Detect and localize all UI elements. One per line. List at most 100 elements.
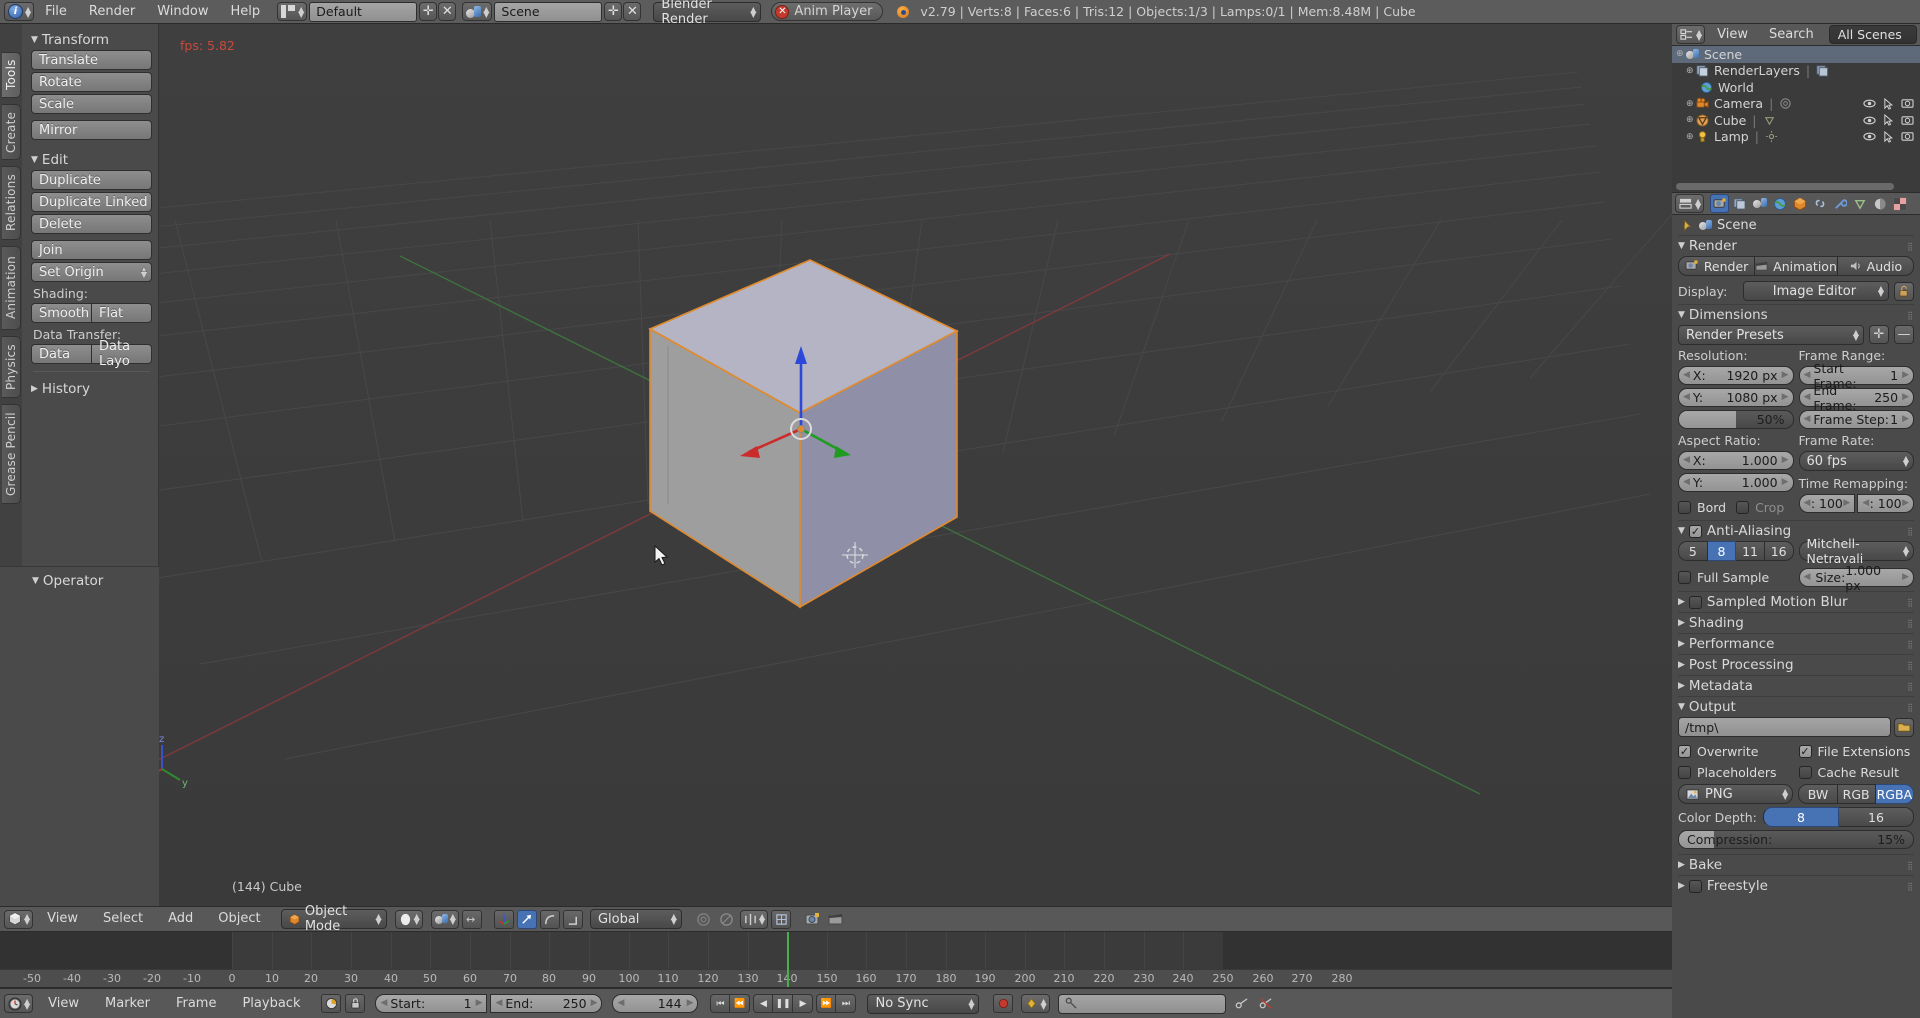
render-engine-selector[interactable]: Blender Render ▲ ▼ bbox=[653, 0, 762, 27]
play-button[interactable]: ▶ bbox=[793, 994, 814, 1013]
sync-mode-selector[interactable]: No Sync ▲ ▼ bbox=[867, 993, 980, 1014]
screen-layout-type-icon[interactable]: ▲ ▼ bbox=[277, 2, 308, 21]
render-image-button[interactable]: Render bbox=[1678, 256, 1756, 276]
frame-rate-selector[interactable]: 60 fps ▲ ▼ bbox=[1798, 451, 1914, 471]
cache-result-row[interactable]: Cache Result bbox=[1798, 763, 1915, 781]
translate-manipulator-toggle[interactable] bbox=[516, 909, 537, 929]
properties-tab-material[interactable] bbox=[1870, 194, 1889, 213]
full-sample-checkbox[interactable] bbox=[1678, 570, 1691, 584]
render-audio-button[interactable]: Audio bbox=[1837, 256, 1915, 276]
delete-button[interactable]: Delete bbox=[31, 214, 152, 234]
placeholders-row[interactable]: Placeholders bbox=[1678, 763, 1794, 781]
proportional-edit-toggle[interactable] bbox=[717, 910, 737, 929]
scale-manipulator-toggle[interactable] bbox=[562, 909, 583, 929]
expand-icon[interactable]: ⊕ bbox=[1676, 49, 1686, 59]
increment-arrow-icon[interactable]: ▶ bbox=[591, 999, 598, 1008]
performance-section[interactable]: ▶ Performance ⣿ bbox=[1678, 633, 1914, 654]
increment-arrow-icon[interactable]: ▶ bbox=[1902, 499, 1909, 508]
add-layout-button[interactable]: ✛ bbox=[419, 2, 438, 21]
outliner-scrollbar[interactable] bbox=[1674, 183, 1918, 190]
increment-arrow-icon[interactable]: ▶ bbox=[1902, 371, 1909, 380]
scene-browse-icon[interactable]: ▲ ▼ bbox=[462, 2, 493, 21]
time-remap-old-field[interactable]: ◀ : 100 ▶ bbox=[1798, 494, 1856, 513]
menu-file[interactable]: File bbox=[34, 0, 78, 24]
jump-to-start-button[interactable]: ⏮ bbox=[710, 994, 731, 1013]
decrement-arrow-icon[interactable]: ◀ bbox=[1804, 499, 1811, 508]
properties-tab-texture[interactable] bbox=[1890, 194, 1909, 213]
tab-tools[interactable]: Tools bbox=[2, 52, 21, 98]
3d-viewport[interactable]: z y fps: 5.82 (144) Cube bbox=[0, 24, 1672, 906]
outliner-display-mode[interactable]: All Scenes bbox=[1828, 25, 1917, 44]
edit-panel-header[interactable]: ▼ Edit bbox=[31, 150, 152, 170]
eye-icon[interactable] bbox=[1863, 131, 1876, 142]
outliner-row-world[interactable]: World bbox=[1672, 79, 1920, 96]
properties-tab-render[interactable] bbox=[1710, 194, 1730, 213]
scene-name-field[interactable]: Scene bbox=[494, 1, 603, 22]
decrement-arrow-icon[interactable]: ◀ bbox=[495, 999, 502, 1008]
freestyle-checkbox[interactable] bbox=[1688, 879, 1702, 893]
tab-create[interactable]: Create bbox=[2, 104, 21, 160]
color-mode-rgba[interactable]: RGBA bbox=[1875, 784, 1914, 804]
file-extensions-row[interactable]: ✓ File Extensions bbox=[1798, 742, 1915, 760]
pause-button[interactable]: ❚❚ bbox=[773, 994, 794, 1013]
decrement-arrow-icon[interactable]: ◀ bbox=[380, 999, 387, 1008]
aa-sample-16[interactable]: 16 bbox=[1764, 541, 1794, 561]
increment-arrow-icon[interactable]: ▶ bbox=[476, 999, 483, 1008]
pivot-point-selector[interactable]: ▲ ▼ bbox=[430, 909, 459, 929]
interaction-mode-selector[interactable]: Object Mode ▲ ▼ bbox=[280, 904, 387, 934]
end-frame-field[interactable]: ◀ End: 250 ▶ bbox=[490, 994, 603, 1013]
bake-section[interactable]: ▶ Bake ⣿ bbox=[1678, 854, 1914, 875]
eye-icon[interactable] bbox=[1863, 98, 1876, 109]
border-checkbox[interactable] bbox=[1678, 500, 1691, 514]
decrement-arrow-icon[interactable]: ◀ bbox=[617, 999, 624, 1008]
join-button[interactable]: Join bbox=[31, 240, 152, 260]
increment-arrow-icon[interactable]: ▶ bbox=[1782, 456, 1789, 465]
snap-element-button[interactable] bbox=[771, 909, 792, 929]
expand-icon[interactable]: ⊕ bbox=[1686, 132, 1696, 142]
select-menu[interactable]: Select bbox=[92, 906, 154, 932]
display-mode-selector[interactable]: Image Editor ▲ ▼ bbox=[1743, 281, 1889, 301]
display-lock-button[interactable] bbox=[1894, 281, 1914, 301]
manipulator-toggle[interactable] bbox=[493, 909, 514, 929]
expand-icon[interactable]: ⊕ bbox=[1686, 115, 1696, 125]
insert-keyframe-button[interactable] bbox=[1232, 994, 1252, 1013]
properties-tab-world[interactable] bbox=[1770, 194, 1789, 213]
snap-target-selector[interactable]: ▲ ▼ bbox=[739, 909, 769, 929]
menu-render[interactable]: Render bbox=[78, 0, 146, 24]
timeline-frame-menu[interactable]: Frame bbox=[165, 989, 228, 1018]
set-origin-dropdown[interactable]: Set Origin ▲ ▼ bbox=[31, 262, 152, 282]
transform-orientation-selector[interactable]: Global ▲ ▼ bbox=[589, 909, 682, 929]
remove-preset-button[interactable]: — bbox=[1894, 325, 1914, 344]
play-reverse-button[interactable]: ◀ bbox=[753, 994, 774, 1013]
decrement-arrow-icon[interactable]: ◀ bbox=[1804, 573, 1811, 582]
color-depth-16[interactable]: 16 bbox=[1839, 807, 1914, 827]
keying-set-selector[interactable]: ▲ ▼ bbox=[1021, 994, 1050, 1013]
data-layout-transfer-button[interactable]: Data Layo bbox=[92, 339, 152, 369]
resolution-y-field[interactable]: ◀ Y: 1080 px ▶ bbox=[1678, 388, 1794, 407]
outliner-row-cube[interactable]: ⊕ Cube | bbox=[1672, 112, 1920, 129]
snap-during-transform-toggle[interactable]: ↔ bbox=[461, 909, 482, 929]
view-menu[interactable]: View bbox=[36, 906, 89, 932]
decrement-arrow-icon[interactable]: ◀ bbox=[1683, 456, 1690, 465]
render-section-header[interactable]: ▼ Render ⣿ bbox=[1678, 236, 1914, 256]
increment-arrow-icon[interactable]: ▶ bbox=[1782, 371, 1789, 380]
placeholders-checkbox[interactable] bbox=[1678, 765, 1691, 779]
lock-time-button[interactable] bbox=[345, 994, 366, 1013]
viewport-shading-selector[interactable]: ▲ ▼ bbox=[394, 909, 423, 929]
increment-arrow-icon[interactable]: ▶ bbox=[1782, 478, 1789, 487]
add-preset-button[interactable]: ✛ bbox=[1869, 325, 1889, 344]
add-menu[interactable]: Add bbox=[157, 906, 204, 932]
render-animation-button[interactable]: Animation bbox=[1755, 256, 1838, 276]
object-menu[interactable]: Object bbox=[207, 906, 271, 932]
crop-checkbox[interactable] bbox=[1736, 500, 1750, 514]
render-presets-selector[interactable]: Render Presets ▲ ▼ bbox=[1678, 325, 1864, 345]
shade-flat-button[interactable]: Flat bbox=[92, 303, 152, 323]
editor-type-selector-properties[interactable]: ▲ ▼ bbox=[1675, 194, 1705, 213]
cache-result-checkbox[interactable] bbox=[1798, 765, 1812, 779]
outliner-row-scene[interactable]: ⊕ Scene bbox=[1672, 46, 1920, 63]
cursor-arrow-icon[interactable] bbox=[1883, 130, 1894, 143]
timeline-view-menu[interactable]: View bbox=[37, 989, 90, 1018]
properties-tab-constraints[interactable] bbox=[1810, 194, 1829, 213]
eye-icon[interactable] bbox=[1863, 115, 1876, 126]
editor-type-selector-timeline[interactable]: ▲ ▼ bbox=[4, 994, 34, 1013]
